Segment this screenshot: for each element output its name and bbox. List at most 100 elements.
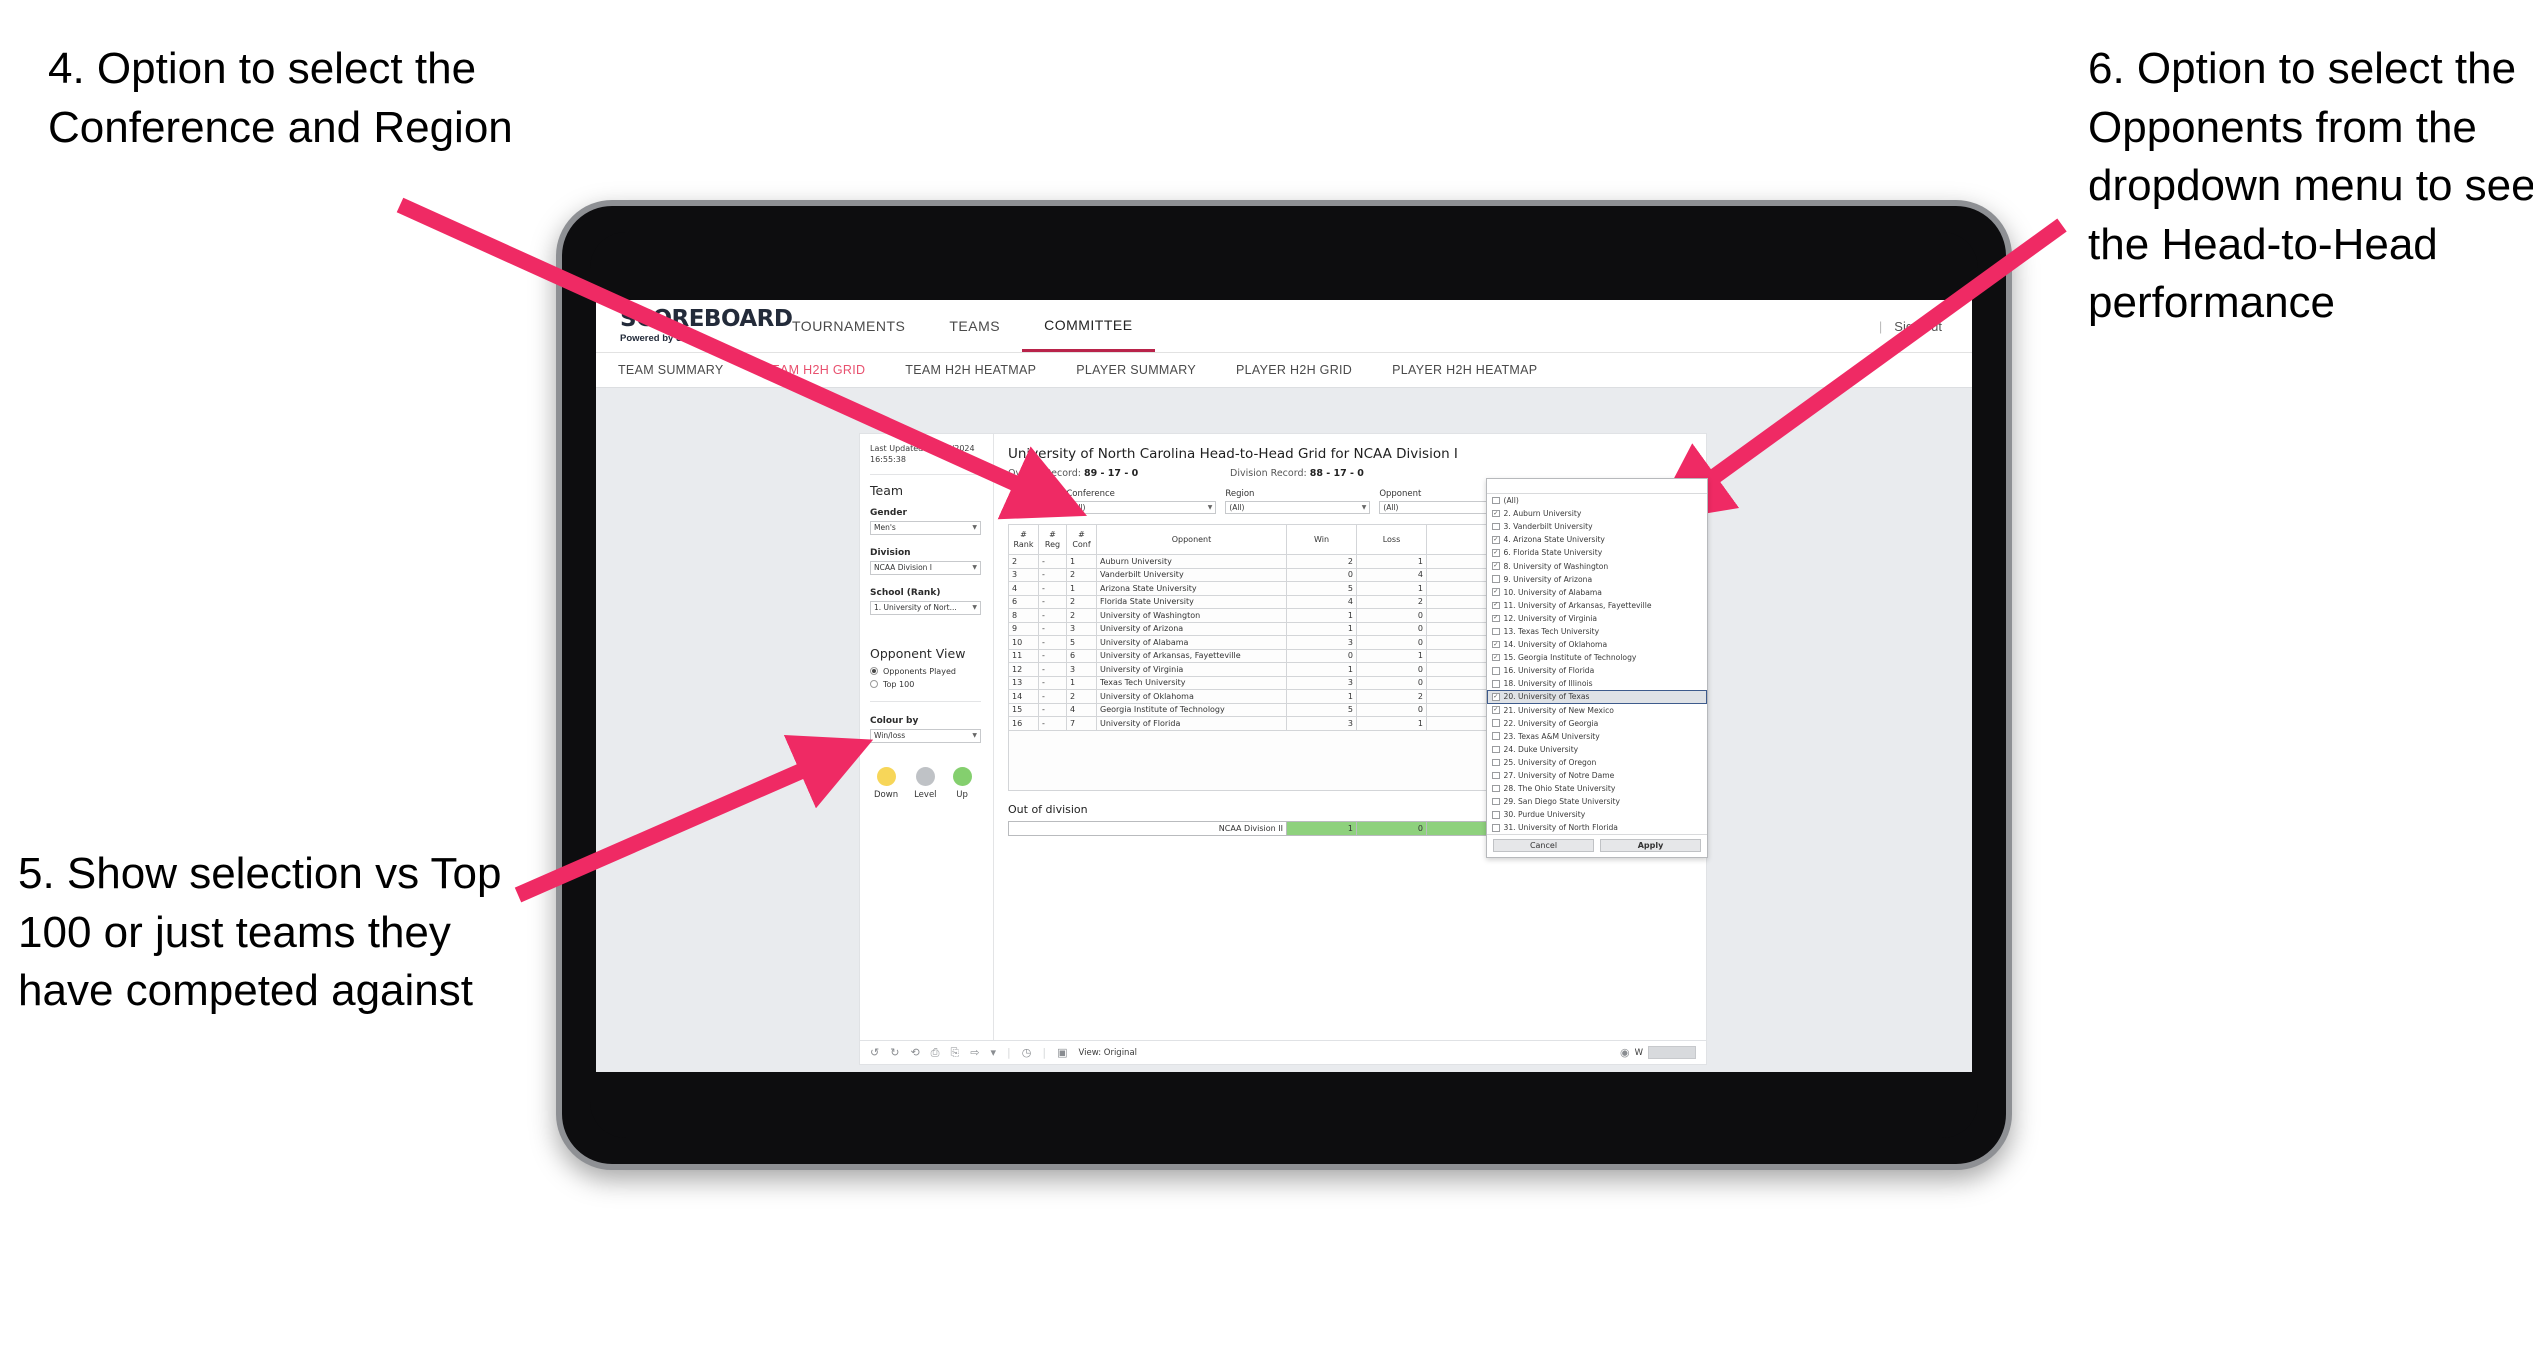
checkbox-unchecked-icon[interactable] [1492, 811, 1500, 819]
table-row[interactable]: 16-7 University of Florida 3 1 [1008, 716, 1491, 731]
opponent-option[interactable]: 18. University of Illinois [1487, 677, 1707, 690]
opponent-option[interactable]: ✓ 10. University of Alabama [1487, 586, 1707, 599]
table-row[interactable]: 12-3 University of Virginia 1 0 [1008, 662, 1491, 677]
opponent-option[interactable]: ✓ 6. Florida State University [1487, 546, 1707, 559]
checkbox-unchecked-icon[interactable] [1492, 824, 1500, 832]
checkbox-checked-icon[interactable]: ✓ [1492, 588, 1500, 596]
conference-select[interactable]: (All) ▼ [1066, 501, 1217, 514]
opponent-option[interactable]: ✓ 11. University of Arkansas, Fayettevill… [1487, 599, 1707, 612]
region-select[interactable]: (All) ▼ [1225, 501, 1371, 514]
table-row[interactable]: 6-2 Florida State University 4 2 [1008, 594, 1491, 609]
checkbox-unchecked-icon[interactable] [1492, 680, 1500, 688]
topnav-item-teams[interactable]: TEAMS [927, 300, 1022, 352]
checkbox-unchecked-icon[interactable] [1492, 496, 1500, 505]
refresh-icon[interactable]: ⎙ [931, 1047, 940, 1058]
topnav-item-tournaments[interactable]: TOURNAMENTS [770, 300, 927, 352]
checkbox-checked-icon[interactable]: ✓ [1492, 693, 1500, 701]
pause-icon[interactable]: ⎘ [950, 1047, 959, 1058]
redo-icon[interactable]: ↻ [890, 1047, 899, 1058]
checkbox-unchecked-icon[interactable] [1492, 667, 1500, 675]
checkbox-checked-icon[interactable]: ✓ [1492, 562, 1500, 570]
table-row[interactable]: 3-2 Vanderbilt University 0 4 [1008, 567, 1491, 582]
checkbox-unchecked-icon[interactable] [1492, 758, 1500, 767]
table-row[interactable]: 11-6 University of Arkansas, Fayetteville… [1008, 648, 1491, 663]
opponent-option[interactable]: 9. University of Arizona [1487, 573, 1707, 586]
view-label[interactable]: View: Original [1078, 1048, 1137, 1058]
subnav-item-team-h2h-heatmap[interactable]: TEAM H2H HEATMAP [905, 363, 1060, 377]
opponent-option[interactable]: ✓ 2. Auburn University [1487, 507, 1707, 520]
colour-by-select[interactable]: Win/loss ▼ [870, 728, 981, 743]
opponent-option[interactable]: 28. The Ohio State University [1487, 782, 1707, 795]
table-row[interactable]: 4-1 Arizona State University 5 1 [1008, 581, 1491, 596]
division-select[interactable]: NCAA Division I ▼ [870, 560, 981, 575]
scoreboard-logo[interactable]: SCOREBOARD Powered by Sfood [620, 308, 793, 345]
opponent-option[interactable]: (All) [1487, 494, 1707, 507]
table-row[interactable]: 13-1 Texas Tech University 3 0 [1008, 675, 1491, 690]
undo-icon[interactable]: ↺ [870, 1047, 879, 1058]
table-row[interactable]: 15-4 Georgia Institute of Technology 5 0 [1008, 702, 1491, 717]
table-row[interactable]: 2-1 Auburn University 2 1 [1008, 554, 1491, 569]
checkbox-unchecked-icon[interactable] [1492, 719, 1500, 727]
signout-link[interactable]: Sign out [1894, 319, 1942, 334]
checkbox-unchecked-icon[interactable] [1492, 627, 1500, 636]
school-rank-select[interactable]: 1. University of Nort... ▼ [870, 600, 981, 615]
gender-select[interactable]: Men's ▼ [870, 520, 981, 535]
subnav-item-player-h2h-heatmap[interactable]: PLAYER H2H HEATMAP [1392, 363, 1561, 377]
opponent-option[interactable]: ✓ 15. Georgia Institute of Technology [1487, 651, 1707, 664]
subnav-item-player-summary[interactable]: PLAYER SUMMARY [1076, 363, 1220, 377]
opponent-option[interactable]: ✓ 4. Arizona State University [1487, 533, 1707, 546]
table-row[interactable]: 9-3 University of Arizona 1 0 [1008, 621, 1491, 636]
apply-button[interactable]: Apply [1600, 839, 1701, 853]
caret-icon[interactable]: ▾ [991, 1047, 997, 1058]
toolbar-chip[interactable] [1648, 1046, 1696, 1059]
checkbox-checked-icon[interactable]: ✓ [1492, 509, 1500, 518]
topnav-item-committee[interactable]: COMMITTEE [1022, 300, 1155, 352]
opponent-option[interactable]: ✓ 12. University of Virginia [1487, 612, 1707, 625]
checkbox-checked-icon[interactable]: ✓ [1492, 614, 1500, 623]
out-of-division-row[interactable]: NCAA Division II 1 0 [1008, 820, 1491, 836]
table-row[interactable]: 8-2 University of Washington 1 0 [1008, 608, 1491, 623]
subnav-item-team-summary[interactable]: TEAM SUMMARY [618, 363, 747, 377]
revert-icon[interactable]: ⟲ [910, 1047, 919, 1058]
opponent-option[interactable]: 25. University of Oregon [1487, 756, 1707, 769]
radio-top-100[interactable]: Top 100 [870, 680, 981, 689]
opponent-option[interactable]: ✓ 21. University of New Mexico [1487, 704, 1707, 717]
checkbox-unchecked-icon[interactable] [1492, 522, 1500, 531]
table-row[interactable]: 10-5 University of Alabama 3 0 [1008, 635, 1491, 650]
opponent-option[interactable]: 16. University of Florida [1487, 664, 1707, 677]
subnav-item-team-h2h-grid[interactable]: TEAM H2H GRID [763, 363, 889, 377]
opponent-option[interactable]: 23. Texas A&M University [1487, 730, 1707, 743]
opponent-option[interactable]: 29. San Diego State University [1487, 795, 1707, 808]
checkbox-unchecked-icon[interactable] [1492, 771, 1500, 780]
checkbox-checked-icon[interactable]: ✓ [1492, 653, 1500, 662]
opponent-option[interactable]: 30. Purdue University [1487, 808, 1707, 821]
opponent-option[interactable]: 27. University of Notre Dame [1487, 769, 1707, 782]
checkbox-unchecked-icon[interactable] [1492, 732, 1500, 740]
checkbox-unchecked-icon[interactable] [1492, 745, 1500, 754]
cancel-button[interactable]: Cancel [1493, 839, 1594, 853]
checkbox-checked-icon[interactable]: ✓ [1492, 640, 1500, 649]
checkbox-unchecked-icon[interactable] [1492, 784, 1500, 793]
table-row[interactable]: 14-2 University of Oklahoma 1 2 [1008, 689, 1491, 704]
opponent-option[interactable]: 22. University of Georgia [1487, 717, 1707, 730]
opponent-option-list[interactable]: (All) ✓ 2. Auburn University 3. Vanderbilt … [1487, 494, 1707, 834]
checkbox-checked-icon[interactable]: ✓ [1492, 549, 1500, 557]
opponent-option[interactable]: ✓ 14. University of Oklahoma [1487, 638, 1707, 651]
opponent-dropdown-menu[interactable]: (All) ✓ 2. Auburn University 3. Vanderbilt … [1486, 478, 1708, 859]
dropdown-icon[interactable]: ⇨ [970, 1047, 979, 1058]
opponent-option[interactable]: 31. University of North Florida [1487, 821, 1707, 834]
opponent-option[interactable]: ✓ 20. University of Texas [1487, 690, 1707, 704]
checkbox-checked-icon[interactable]: ✓ [1492, 601, 1500, 610]
checkbox-checked-icon[interactable]: ✓ [1492, 536, 1500, 544]
checkbox-checked-icon[interactable]: ✓ [1492, 706, 1500, 714]
opponent-option[interactable]: 24. Duke University [1487, 743, 1707, 756]
opponent-option[interactable]: 3. Vanderbilt University [1487, 520, 1707, 533]
opponent-search-input[interactable] [1487, 479, 1707, 494]
eye-icon[interactable]: ◉ [1620, 1047, 1630, 1058]
checkbox-unchecked-icon[interactable] [1492, 575, 1500, 583]
opponent-option[interactable]: ✓ 8. University of Washington [1487, 559, 1707, 572]
checkbox-unchecked-icon[interactable] [1492, 797, 1500, 806]
history-icon[interactable]: ◷ [1022, 1047, 1032, 1058]
subnav-item-player-h2h-grid[interactable]: PLAYER H2H GRID [1236, 363, 1376, 377]
radio-opponents-played[interactable]: Opponents Played [870, 667, 981, 676]
